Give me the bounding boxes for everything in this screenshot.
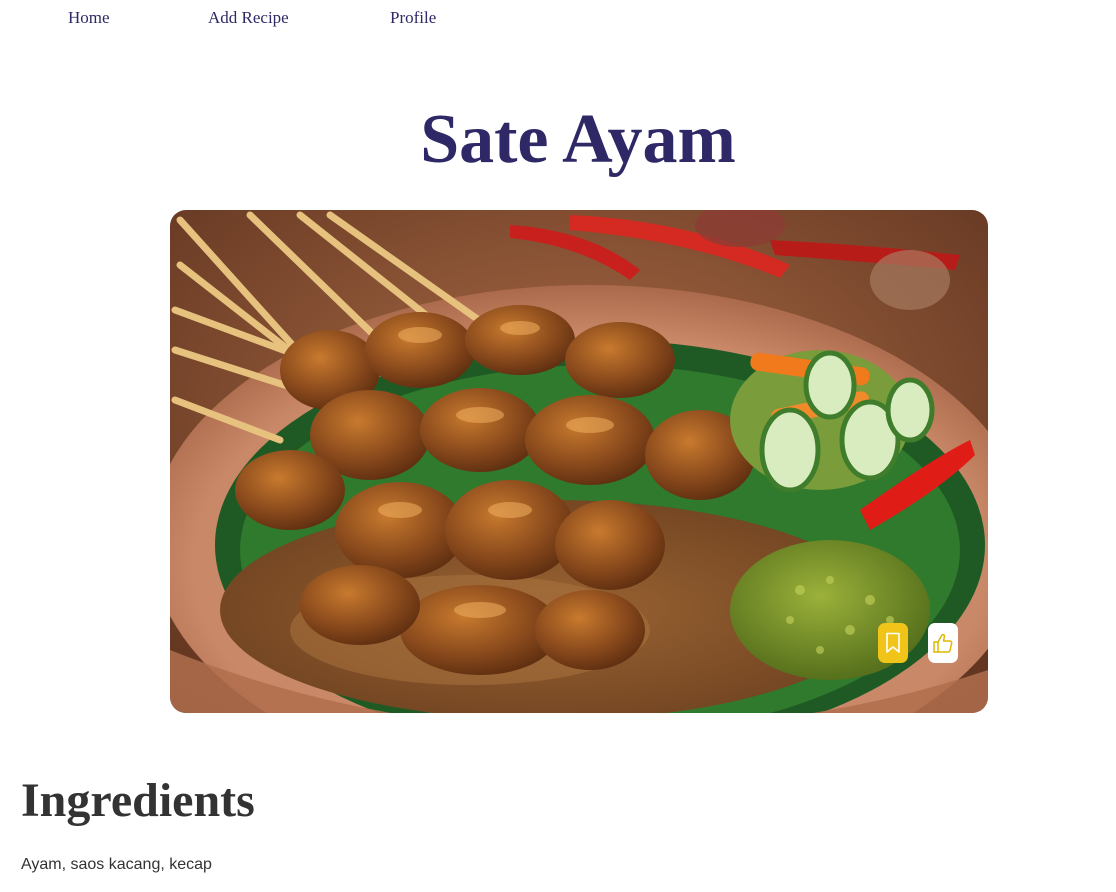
nav-home-link[interactable]: Home xyxy=(68,8,110,28)
bookmark-icon xyxy=(886,632,900,653)
top-nav: Home Add Recipe Profile xyxy=(0,0,1116,36)
bookmark-button[interactable] xyxy=(878,623,908,663)
nav-add-recipe-link[interactable]: Add Recipe xyxy=(208,8,289,28)
recipe-image xyxy=(170,210,988,713)
thumbs-up-icon xyxy=(933,633,953,653)
recipe-title: Sate Ayam xyxy=(420,101,736,178)
ingredients-list: Ayam, saos kacang, kecap xyxy=(21,856,212,873)
like-button[interactable] xyxy=(928,623,958,663)
nav-profile-link[interactable]: Profile xyxy=(390,8,436,28)
ingredients-heading: Ingredients xyxy=(21,774,255,827)
